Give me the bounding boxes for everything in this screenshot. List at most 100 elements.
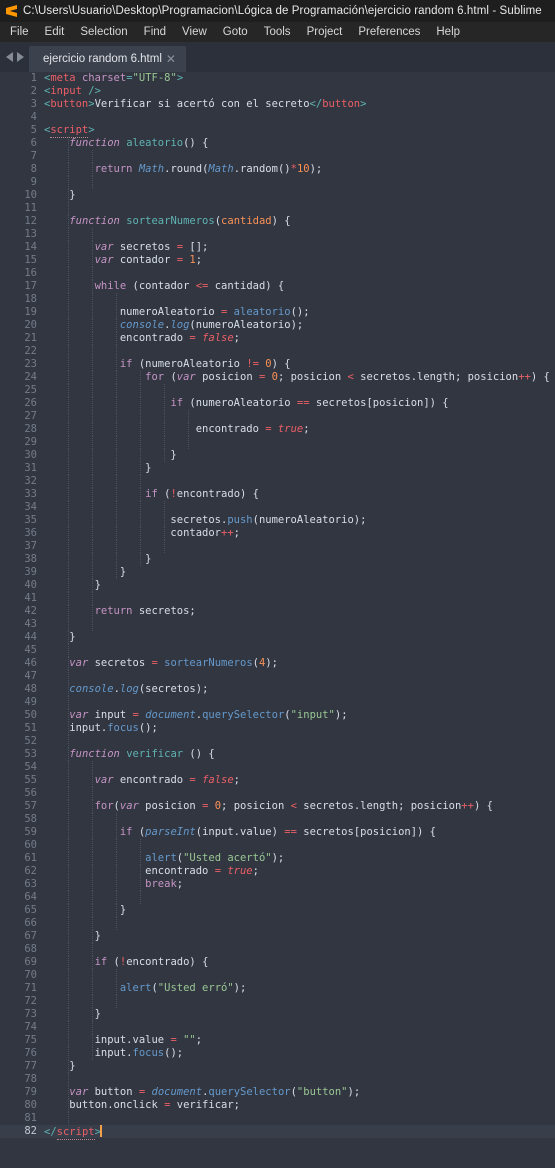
code-line[interactable]: 51 input.focus();	[0, 722, 555, 735]
code-line[interactable]: 33 if (!encontrado) {	[0, 488, 555, 501]
code-line[interactable]: 52	[0, 735, 555, 748]
line-number: 5	[30, 124, 37, 136]
code-line[interactable]: 71 alert("Usted erró");	[0, 982, 555, 995]
code-line[interactable]: 37	[0, 540, 555, 553]
code-line[interactable]: 53 function verificar () {	[0, 748, 555, 761]
code-line[interactable]: 24 for (var posicion = 0; posicion < sec…	[0, 371, 555, 384]
menu-item-selection[interactable]: Selection	[72, 22, 135, 42]
menu-item-project[interactable]: Project	[299, 22, 351, 42]
code-line[interactable]: 17 while (contador <= cantidad) {	[0, 280, 555, 293]
code-line[interactable]: 72	[0, 995, 555, 1008]
code-line[interactable]: 40 }	[0, 579, 555, 592]
code-line[interactable]: 58	[0, 813, 555, 826]
code-line[interactable]: 82 </script>	[0, 1125, 555, 1140]
code-line[interactable]: 18	[0, 293, 555, 306]
code-line[interactable]: 23 if (numeroAleatorio != 0) {	[0, 358, 555, 371]
code-line[interactable]: 81	[0, 1112, 555, 1125]
menu-item-goto[interactable]: Goto	[215, 22, 256, 42]
menu-item-file[interactable]: File	[2, 22, 37, 42]
code-line[interactable]: 50 var input = document.querySelector("i…	[0, 709, 555, 722]
code-line[interactable]: 5 <script>	[0, 124, 555, 138]
code-line[interactable]: 7	[0, 150, 555, 163]
code-line[interactable]: 68	[0, 943, 555, 956]
code-line[interactable]: 8 return Math.round(Math.random()*10);	[0, 163, 555, 176]
code-line[interactable]: 79 var button = document.querySelector("…	[0, 1086, 555, 1099]
code-line[interactable]: 30 }	[0, 449, 555, 462]
code-line[interactable]: 12 function sortearNumeros(cantidad) {	[0, 215, 555, 228]
code-line[interactable]: 43	[0, 618, 555, 631]
code-line[interactable]: 42 return secretos;	[0, 605, 555, 618]
code-line[interactable]: 39 }	[0, 566, 555, 579]
code-line[interactable]: 57 for(var posicion = 0; posicion < secr…	[0, 800, 555, 813]
code-line[interactable]: 59 if (parseInt(input.value) == secretos…	[0, 826, 555, 839]
code-line[interactable]: 35 secretos.push(numeroAleatorio);	[0, 514, 555, 527]
code-line[interactable]: 41	[0, 592, 555, 605]
code-line[interactable]: 74	[0, 1021, 555, 1034]
code-line[interactable]: 13	[0, 228, 555, 241]
code-line[interactable]: 55 var encontrado = false;	[0, 774, 555, 787]
code-line[interactable]: 75 input.value = "";	[0, 1034, 555, 1047]
code-line[interactable]: 29	[0, 436, 555, 449]
close-icon[interactable]: ✕	[162, 53, 180, 65]
code-line[interactable]: 69 if (!encontrado) {	[0, 956, 555, 969]
code-line[interactable]: 16	[0, 267, 555, 280]
menu-item-view[interactable]: View	[174, 22, 215, 42]
code-line[interactable]: 3 <button>Verificar si acertó con el secr…	[0, 98, 555, 111]
code-line[interactable]: 80 button.onclick = verificar;	[0, 1099, 555, 1112]
menu-item-preferences[interactable]: Preferences	[350, 22, 428, 42]
code-line[interactable]: 46 var secretos = sortearNumeros(4);	[0, 657, 555, 670]
code-line[interactable]: 38 }	[0, 553, 555, 566]
code-line[interactable]: 34	[0, 501, 555, 514]
code-line[interactable]: 32	[0, 475, 555, 488]
code-line[interactable]: 36 contador++;	[0, 527, 555, 540]
code-line[interactable]: 21 encontrado = false;	[0, 332, 555, 345]
code-line[interactable]: 73 }	[0, 1008, 555, 1021]
menu-item-edit[interactable]: Edit	[37, 22, 73, 42]
code-line[interactable]: 19 numeroAleatorio = aleatorio();	[0, 306, 555, 319]
code-line[interactable]: 11	[0, 202, 555, 215]
code-line[interactable]: 65 }	[0, 904, 555, 917]
code-line[interactable]: 2 <input />	[0, 85, 555, 98]
code-line[interactable]: 45	[0, 644, 555, 657]
code-line[interactable]: 67 }	[0, 930, 555, 943]
code-line[interactable]: 44 }	[0, 631, 555, 644]
code-text: function sortearNumeros(cantidad) {	[69, 215, 291, 227]
code-line[interactable]: 54	[0, 761, 555, 774]
code-line[interactable]: 76 input.focus();	[0, 1047, 555, 1060]
menu-item-tools[interactable]: Tools	[256, 22, 299, 42]
code-line[interactable]: 31 }	[0, 462, 555, 475]
code-line[interactable]: 47	[0, 670, 555, 683]
arrow-left-icon[interactable]	[6, 52, 13, 62]
code-line[interactable]: 9	[0, 176, 555, 189]
code-line[interactable]: 48 console.log(secretos);	[0, 683, 555, 696]
code-line[interactable]: 1 <meta charset="UTF-8">	[0, 72, 555, 85]
code-line[interactable]: 61 alert("Usted acertó");	[0, 852, 555, 865]
code-line[interactable]: 22	[0, 345, 555, 358]
code-editor[interactable]: 1 <meta charset="UTF-8"> 2 <input /> 3 <butto…	[0, 72, 555, 1168]
code-line[interactable]: 62 encontrado = true;	[0, 865, 555, 878]
code-line[interactable]: 20 console.log(numeroAleatorio);	[0, 319, 555, 332]
code-line[interactable]: 14 var secretos = [];	[0, 241, 555, 254]
code-line[interactable]: 28 encontrado = true;	[0, 423, 555, 436]
code-line[interactable]: 56	[0, 787, 555, 800]
code-line[interactable]: 78	[0, 1073, 555, 1086]
code-line[interactable]: 66	[0, 917, 555, 930]
menu-item-find[interactable]: Find	[136, 22, 174, 42]
code-line[interactable]: 6 function aleatorio() {	[0, 137, 555, 150]
code-line[interactable]: 63 break;	[0, 878, 555, 891]
arrow-right-icon[interactable]	[17, 52, 24, 62]
code-line[interactable]: 15 var contador = 1;	[0, 254, 555, 267]
code-line[interactable]: 26 if (numeroAleatorio == secretos[posic…	[0, 397, 555, 410]
code-line[interactable]: 77 }	[0, 1060, 555, 1073]
tab-ejercicio-random-6-html[interactable]: ejercicio random 6.html ✕	[29, 46, 186, 72]
code-line[interactable]: 70	[0, 969, 555, 982]
code-line[interactable]: 49	[0, 696, 555, 709]
tab-nav-arrows[interactable]	[0, 42, 29, 72]
code-line[interactable]: 10 }	[0, 189, 555, 202]
code-line[interactable]: 60	[0, 839, 555, 852]
code-line[interactable]: 4	[0, 111, 555, 124]
code-line[interactable]: 27	[0, 410, 555, 423]
menu-item-help[interactable]: Help	[428, 22, 468, 42]
code-line[interactable]: 25	[0, 384, 555, 397]
code-line[interactable]: 64	[0, 891, 555, 904]
